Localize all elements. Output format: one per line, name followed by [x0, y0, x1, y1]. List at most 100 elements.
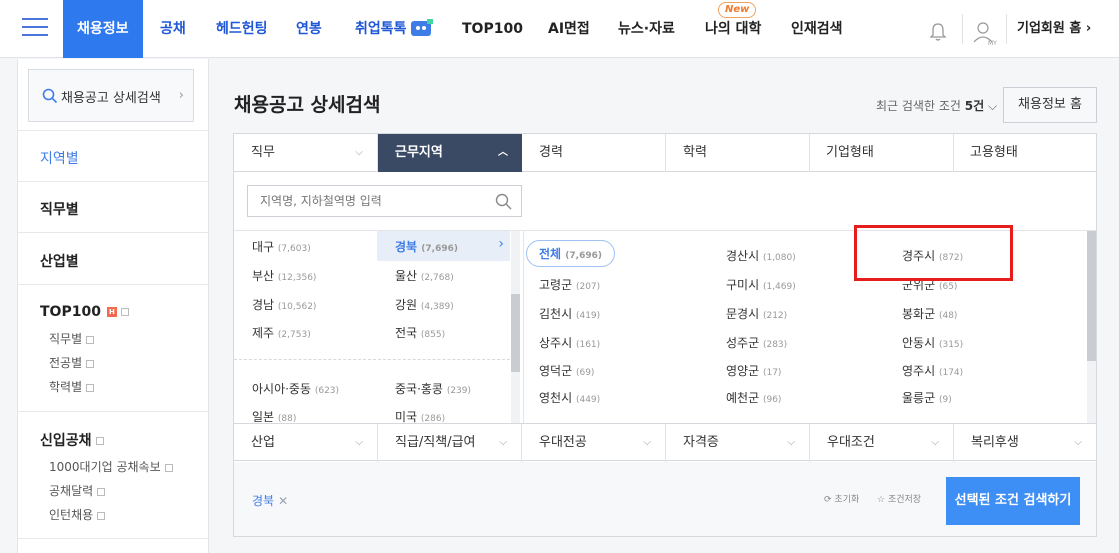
nav-divider: [962, 14, 963, 44]
tab-industry[interactable]: 산업 ⌵: [234, 424, 378, 462]
selected-conditions-bar: 경북 ✕ ⟳ 초기화 ☆ 조건저장 선택된 조건 검색하기: [234, 462, 1096, 536]
sidebar-item-label: 산업별: [40, 254, 79, 270]
tab-career[interactable]: 경력: [522, 134, 666, 172]
selected-chip: 경북 ✕: [252, 494, 289, 508]
city-item[interactable]: 봉화군 (48): [902, 305, 957, 322]
new-window-icon: [97, 487, 106, 496]
region-item[interactable]: 대구 (7,603): [252, 238, 311, 255]
my-page-icon[interactable]: MY: [972, 20, 1000, 46]
chevron-down-icon: ⌵: [1074, 437, 1082, 448]
sidebar-sub-item[interactable]: 학력별: [49, 378, 95, 395]
nav-talent-search[interactable]: 인재검색: [791, 0, 843, 58]
region-item[interactable]: 경남 (10,562): [252, 296, 316, 313]
city-item[interactable]: 문경시 (212): [726, 305, 787, 322]
sidebar-item-top100[interactable]: TOP100 H: [40, 304, 129, 320]
city-item[interactable]: 예천군 (96): [726, 389, 781, 406]
city-item[interactable]: 영덕군 (69): [539, 362, 594, 379]
highlight-annotation-box: [854, 225, 1013, 281]
nav-jobs[interactable]: 채용정보: [63, 0, 143, 58]
sidebar-divider: [18, 538, 208, 553]
company-home-link[interactable]: 기업회원 홈 ›: [1017, 0, 1091, 58]
refresh-icon: ⟳: [824, 495, 832, 505]
region-item[interactable]: 미국 (286): [395, 408, 445, 424]
region-scrollbar-thumb[interactable]: [511, 294, 520, 372]
chevron-right-icon: ›: [498, 236, 504, 252]
region-item[interactable]: 강원 (4,389): [395, 296, 454, 313]
region-search-input[interactable]: [248, 186, 478, 216]
chat-bot-icon: [411, 19, 433, 36]
tab-benefits[interactable]: 복리후생 ⌵: [954, 424, 1096, 462]
top-navigation: 채용정보 공채 헤드헌팅 연봉 취업톡톡 TOP100 AI면접 뉴스·자료 N…: [0, 0, 1119, 58]
sidebar-sub-item[interactable]: 전공별: [49, 354, 95, 371]
city-item[interactable]: 영천시 (449): [539, 389, 600, 406]
search-icon: [42, 88, 58, 104]
nav-gongchae[interactable]: 공채: [160, 0, 186, 58]
tab-certificate[interactable]: 자격증 ⌵: [666, 424, 810, 462]
nav-headhunting[interactable]: 헤드헌팅: [216, 0, 268, 58]
sidebar-group-top100: TOP100 H 직무별 전공별 학력별: [18, 284, 208, 411]
tab-company-type[interactable]: 기업형태: [810, 134, 954, 172]
menu-icon[interactable]: [22, 18, 56, 40]
city-item[interactable]: 상주시 (161): [539, 334, 600, 351]
chevron-right-icon: ›: [178, 88, 184, 103]
nav-salary[interactable]: 연봉: [296, 0, 322, 58]
region-item[interactable]: 제주 (2,753): [252, 324, 311, 341]
hot-badge: H: [106, 307, 117, 317]
detail-search-link[interactable]: 채용공고 상세검색 ›: [28, 69, 194, 122]
sidebar-item-label: 직무별: [40, 202, 79, 218]
region-item-selected[interactable]: 경북 (7,696): [395, 238, 458, 255]
tab-job[interactable]: 직무 ⌵: [234, 134, 378, 172]
region-item[interactable]: 전국 (855): [395, 324, 445, 341]
city-item[interactable]: 구미시 (1,469): [726, 276, 796, 293]
sidebar-sub-item[interactable]: 1000대기업 공채속보: [49, 458, 173, 475]
city-scrollbar-thumb[interactable]: [1087, 231, 1096, 361]
filter-tab-row: 직무 ⌵ 근무지역 ︿ 경력 학력 기업형태 고용형태: [234, 134, 1096, 172]
recent-search-dropdown[interactable]: 최근 검색한 조건 5건 ⌵: [876, 97, 997, 114]
sidebar-sub-item[interactable]: 직무별: [49, 330, 95, 347]
nav-news[interactable]: 뉴스·자료: [618, 0, 675, 58]
tab-preference[interactable]: 우대조건 ⌵: [810, 424, 954, 462]
jobs-home-button[interactable]: 채용정보 홈: [1003, 87, 1097, 123]
city-item[interactable]: 성주군 (283): [726, 334, 787, 351]
sidebar-item-label: 지역별: [40, 151, 79, 167]
tab-region[interactable]: 근무지역 ︿: [378, 134, 522, 172]
tab-position-salary[interactable]: 직급/직책/급여 ⌵: [378, 424, 522, 462]
region-item[interactable]: 중국·홍콩 (239): [395, 380, 471, 397]
nav-talk[interactable]: 취업톡톡: [355, 0, 407, 58]
city-item[interactable]: 김천시 (419): [539, 305, 600, 322]
chevron-down-icon: ⌵: [499, 437, 507, 448]
tab-education[interactable]: 학력: [666, 134, 810, 172]
region-item[interactable]: 일본 (88): [252, 408, 296, 424]
city-item-all[interactable]: 전체 (7,696): [526, 240, 615, 267]
search-submit-button[interactable]: 선택된 조건 검색하기: [946, 477, 1080, 525]
region-item[interactable]: 울산 (2,768): [395, 267, 454, 284]
chevron-up-icon: ︿: [498, 147, 508, 158]
chevron-down-icon: ⌵: [643, 437, 651, 448]
sidebar-sub-item[interactable]: 인턴채용: [49, 506, 106, 523]
region-item[interactable]: 부산 (12,356): [252, 267, 316, 284]
chevron-down-icon: ⌵: [355, 437, 363, 448]
tab-major[interactable]: 우대전공 ⌵: [522, 424, 666, 462]
nav-ai-interview[interactable]: AI면접: [548, 0, 590, 58]
region-item[interactable]: 아시아·중동 (623): [252, 380, 339, 397]
city-item[interactable]: 영주시 (174): [902, 362, 963, 379]
sidebar-item-job[interactable]: 직무별: [18, 181, 208, 232]
nav-top100[interactable]: TOP100: [462, 0, 523, 58]
save-condition-button[interactable]: ☆ 조건저장: [877, 492, 921, 505]
sidebar-item-industry[interactable]: 산업별: [18, 232, 208, 284]
city-item[interactable]: 경산시 (1,080): [726, 247, 796, 264]
search-icon[interactable]: [495, 193, 512, 210]
reset-button[interactable]: ⟳ 초기화: [824, 492, 859, 505]
sidebar-item-gongchae[interactable]: 신입공채: [40, 430, 104, 450]
filter-tab-row-2: 산업 ⌵ 직급/직책/급여 ⌵ 우대전공 ⌵ 자격증 ⌵ 우대조건 ⌵ 복리후생 ⌵: [234, 423, 1096, 462]
tab-employment-type[interactable]: 고용형태: [954, 134, 1096, 172]
bell-icon[interactable]: [928, 22, 948, 42]
nav-my-university[interactable]: 나의 대학: [705, 0, 761, 58]
close-icon[interactable]: ✕: [278, 494, 288, 508]
city-item[interactable]: 울릉군 (9): [902, 389, 952, 406]
city-item[interactable]: 안동시 (315): [902, 334, 963, 351]
city-item[interactable]: 고령군 (207): [539, 276, 600, 293]
sidebar-sub-item[interactable]: 공채달력: [49, 482, 106, 499]
sidebar-item-region[interactable]: 지역별: [18, 130, 208, 181]
city-item[interactable]: 영양군 (17): [726, 362, 781, 379]
